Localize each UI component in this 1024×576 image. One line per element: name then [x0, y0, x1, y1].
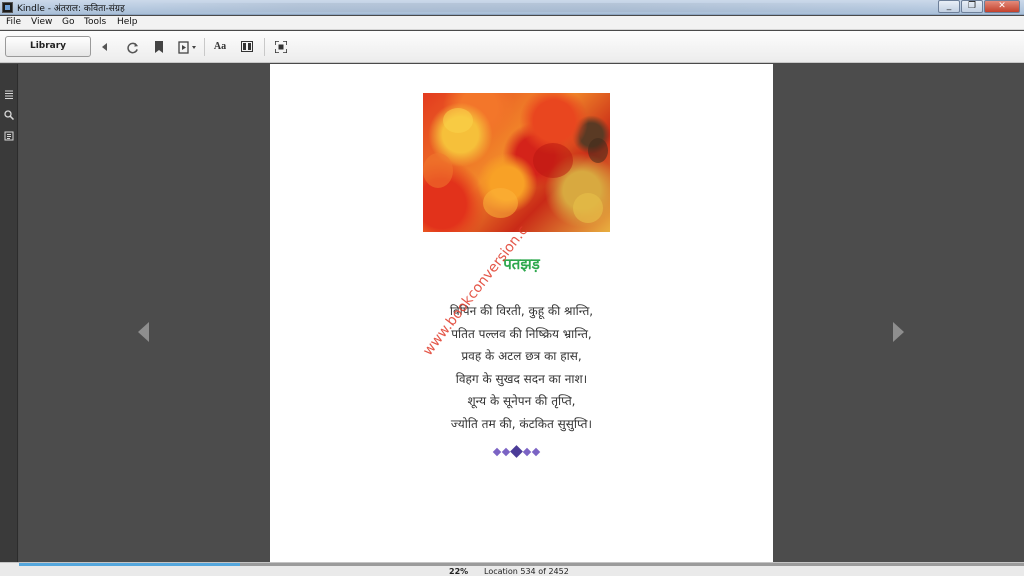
close-button[interactable]: ✕ — [984, 0, 1020, 13]
reading-percent: 22% — [449, 567, 469, 576]
decorative-divider — [492, 445, 542, 458]
title-bar: Kindle - अंतराल: कविता-संग्रह _ ❐ ✕ — [0, 0, 1024, 15]
menu-go[interactable]: Go — [62, 17, 74, 27]
notes-icon[interactable] — [3, 131, 15, 143]
columns-icon[interactable] — [238, 38, 256, 56]
fullscreen-icon[interactable] — [272, 38, 290, 56]
sidebar — [0, 64, 18, 562]
font-icon[interactable]: Aa — [211, 38, 229, 56]
minimize-button[interactable]: _ — [938, 0, 960, 13]
poem-body: विपिन की विरती, कुहू की श्रान्ति, पतित प… — [270, 300, 773, 435]
reading-progress-fill — [19, 563, 241, 566]
menu-file[interactable]: File — [6, 17, 21, 27]
library-button[interactable]: Library — [5, 36, 91, 57]
toolbar-divider — [264, 38, 265, 56]
search-icon[interactable] — [3, 110, 15, 122]
toolbar: Library Aa — [0, 31, 1024, 63]
menu-tools[interactable]: Tools — [84, 17, 106, 27]
back-arrow-icon[interactable] — [96, 38, 114, 56]
goto-icon[interactable] — [177, 38, 199, 56]
autumn-forest-image — [423, 93, 610, 232]
poem-line: पतित पल्लव की निष्क्रिय भ्रान्ति, — [451, 326, 592, 341]
previous-page-icon[interactable] — [138, 322, 149, 342]
status-bar: 22% Location 534 of 2452 — [0, 562, 1024, 576]
sync-icon[interactable] — [123, 38, 141, 56]
titlebar-background-strip — [140, 3, 930, 12]
poem-line: प्रवह के अटल छत्र का हास, — [461, 349, 582, 363]
window-title: Kindle - अंतराल: कविता-संग्रह — [17, 4, 125, 14]
kindle-app-icon — [2, 2, 13, 13]
poem-line: ज्योति तम की, कंटकित सुसुप्ति। — [450, 416, 593, 431]
menu-help[interactable]: Help — [117, 17, 138, 27]
window-controls: _ ❐ ✕ — [937, 0, 1020, 14]
next-page-icon[interactable] — [893, 322, 904, 342]
reading-location: Location 534 of 2452 — [484, 567, 569, 576]
menu-bar: File View Go Tools Help — [0, 16, 1024, 30]
bookmark-icon[interactable] — [150, 38, 168, 56]
book-page: पतझड़ विपिन की विरती, कुहू की श्रान्ति, … — [270, 64, 773, 562]
menu-view[interactable]: View — [31, 17, 52, 27]
poem-line: विहग के सुखद सदन का नाश। — [455, 371, 588, 386]
toc-icon[interactable] — [3, 89, 15, 101]
maximize-button[interactable]: ❐ — [961, 0, 983, 13]
reading-progress-bar[interactable] — [19, 563, 1024, 566]
toolbar-divider — [204, 38, 205, 56]
poem-line: शून्य के सूनेपन की तृप्ति, — [467, 394, 576, 408]
poem-line: विपिन की विरती, कुहू की श्रान्ति, — [449, 304, 594, 318]
poem-title: पतझड़ — [503, 255, 540, 273]
